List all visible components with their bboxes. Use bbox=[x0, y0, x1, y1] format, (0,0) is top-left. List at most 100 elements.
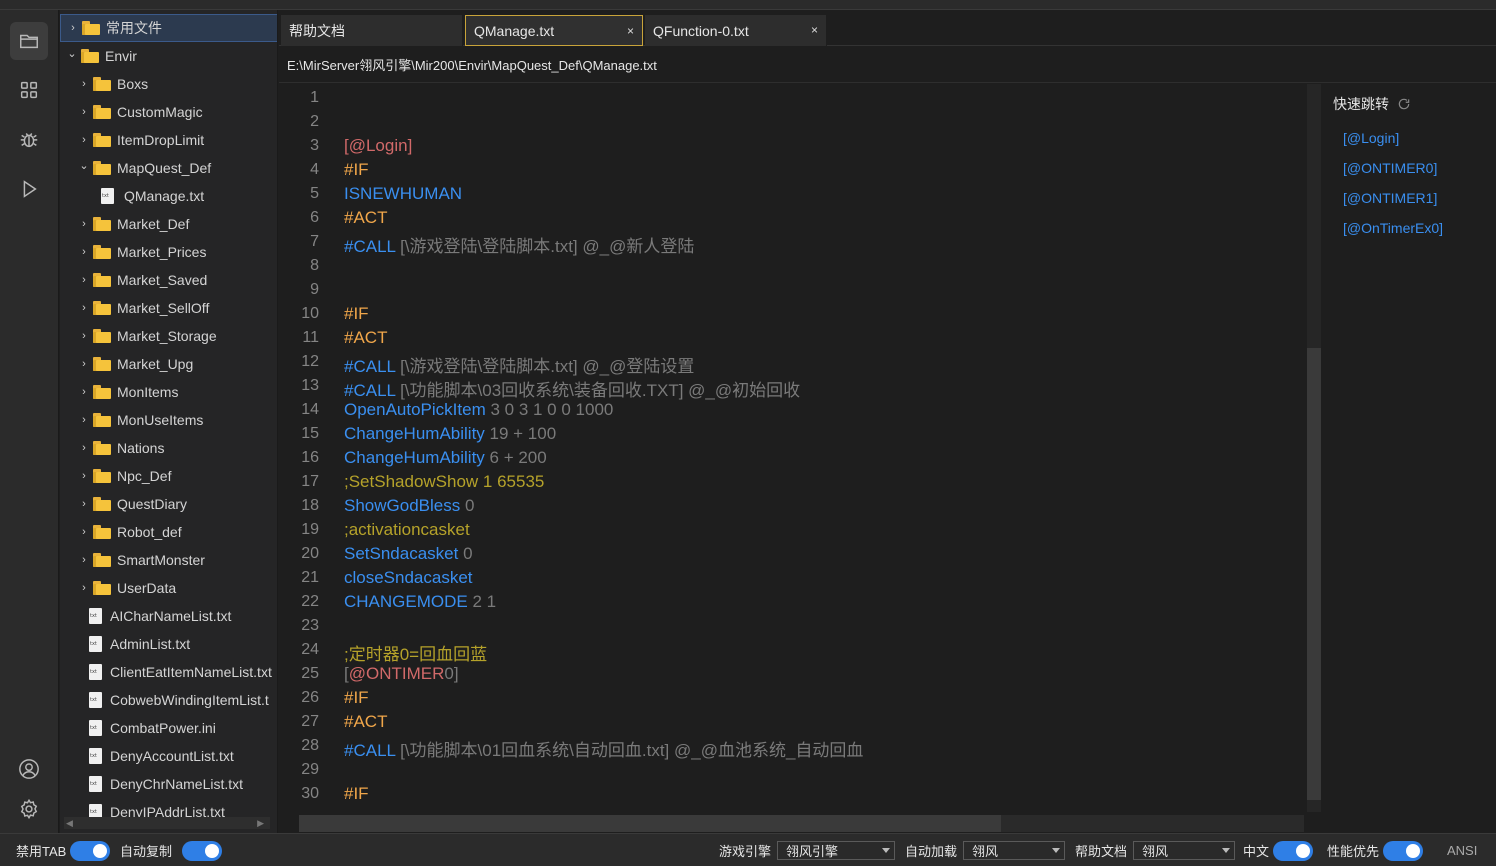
folder-icon bbox=[93, 385, 111, 399]
tree-folder[interactable]: › Boxs bbox=[60, 70, 277, 98]
tree-folder[interactable]: › Market_Saved bbox=[60, 266, 277, 294]
help-doc-select[interactable]: 翎风 bbox=[1133, 841, 1236, 860]
code-line: #ACT bbox=[344, 328, 387, 348]
scrollbar-thumb[interactable] bbox=[299, 815, 1001, 832]
close-icon[interactable]: × bbox=[627, 24, 634, 38]
tree-folder[interactable]: › QuestDiary bbox=[60, 490, 277, 518]
editor-horizontal-scrollbar[interactable] bbox=[279, 814, 1307, 833]
scroll-left-icon[interactable]: ◀ bbox=[66, 818, 73, 829]
tree-item-label: Market_Saved bbox=[117, 272, 208, 288]
chevron-right-icon[interactable]: › bbox=[78, 330, 90, 342]
run-button[interactable] bbox=[10, 170, 48, 208]
chevron-right-icon[interactable]: › bbox=[78, 218, 90, 230]
folder-icon bbox=[93, 581, 111, 595]
gear-icon bbox=[20, 798, 38, 820]
chevron-right-icon[interactable]: › bbox=[78, 442, 90, 454]
tree-folder[interactable]: ⌄ Envir bbox=[60, 42, 277, 70]
tree-folder[interactable]: › Market_Upg bbox=[60, 350, 277, 378]
folder-icon bbox=[93, 161, 111, 175]
code-token: ChangeHumAbility bbox=[344, 448, 485, 467]
tree-horizontal-scrollbar[interactable]: ◀ ▶ bbox=[64, 817, 270, 829]
quick-jump-item[interactable]: [@ONTIMER0] bbox=[1343, 160, 1437, 176]
account-button[interactable] bbox=[10, 750, 48, 788]
game-engine-value: 翎风引擎 bbox=[786, 844, 839, 859]
text-file-icon bbox=[101, 188, 114, 204]
tree-file[interactable]: ClientEatItemNameList.txt bbox=[60, 658, 277, 686]
chevron-down-icon[interactable]: ⌄ bbox=[78, 159, 90, 172]
code-token: [\游戏登陆\登陆脚本.txt] @_@新人登陆 bbox=[395, 237, 695, 256]
tree-folder[interactable]: › UserData bbox=[60, 574, 277, 602]
tree-folder[interactable]: › ItemDropLimit bbox=[60, 126, 277, 154]
scroll-right-icon[interactable]: ▶ bbox=[257, 818, 264, 829]
debug-button[interactable] bbox=[10, 120, 48, 158]
disable-tab-toggle[interactable] bbox=[70, 840, 111, 861]
tab-qfunction[interactable]: QFunction-0.txt × bbox=[645, 15, 827, 46]
tree-file[interactable]: CobwebWindingItemList.t bbox=[60, 686, 277, 714]
chevron-right-icon[interactable]: › bbox=[78, 78, 90, 90]
chevron-right-icon[interactable]: › bbox=[78, 414, 90, 426]
chevron-right-icon[interactable]: › bbox=[78, 470, 90, 482]
scrollbar-thumb[interactable] bbox=[1307, 348, 1321, 800]
tab-help-doc[interactable]: 帮助文档 bbox=[281, 15, 463, 46]
quick-jump-item[interactable]: [@Login] bbox=[1343, 130, 1399, 146]
tree-folder[interactable]: ⌄ MapQuest_Def bbox=[60, 154, 277, 182]
extensions-button[interactable] bbox=[10, 71, 48, 109]
tab-qmanage[interactable]: QManage.txt × bbox=[465, 15, 643, 46]
tree-file[interactable]: AdminList.txt bbox=[60, 630, 277, 658]
chevron-right-icon[interactable]: › bbox=[78, 582, 90, 594]
tree-folder[interactable]: › Robot_def bbox=[60, 518, 277, 546]
performance-toggle[interactable] bbox=[1383, 840, 1424, 861]
code-token: ChangeHumAbility bbox=[344, 424, 485, 443]
tree-file[interactable]: DenyAccountList.txt bbox=[60, 742, 277, 770]
refresh-icon[interactable] bbox=[1397, 97, 1411, 111]
tree-folder[interactable]: › Market_SellOff bbox=[60, 294, 277, 322]
tree-folder[interactable]: › 常用文件 bbox=[60, 14, 277, 42]
encoding-indicator[interactable]: ANSI bbox=[1447, 834, 1477, 866]
tree-folder[interactable]: › SmartMonster bbox=[60, 546, 277, 574]
tree-folder[interactable]: › CustomMagic bbox=[60, 98, 277, 126]
explorer-button[interactable] bbox=[10, 22, 48, 60]
line-number: 27 bbox=[301, 713, 319, 730]
tree-folder[interactable]: › Npc_Def bbox=[60, 462, 277, 490]
chevron-right-icon[interactable]: › bbox=[78, 302, 90, 314]
tree-file[interactable]: QManage.txt bbox=[60, 182, 277, 210]
tree-file[interactable]: AICharNameList.txt bbox=[60, 602, 277, 630]
tree-folder[interactable]: › Nations bbox=[60, 434, 277, 462]
code-line: closeSndacasket bbox=[344, 568, 473, 588]
quick-jump-item[interactable]: [@ONTIMER1] bbox=[1343, 190, 1437, 206]
game-engine-select[interactable]: 翎风引擎 bbox=[777, 841, 896, 860]
tree-item-label: Robot_def bbox=[117, 524, 182, 540]
close-icon[interactable]: × bbox=[811, 23, 818, 37]
chevron-right-icon[interactable]: › bbox=[78, 498, 90, 510]
tree-item-label: CombatPower.ini bbox=[110, 720, 216, 736]
editor-vertical-scrollbar[interactable] bbox=[1307, 84, 1321, 814]
tree-item-label: AdminList.txt bbox=[110, 636, 191, 652]
tree-folder[interactable]: › Market_Storage bbox=[60, 322, 277, 350]
quick-jump-item[interactable]: [@OnTimerEx0] bbox=[1343, 220, 1443, 236]
line-number: 13 bbox=[301, 377, 319, 394]
chevron-right-icon[interactable]: › bbox=[78, 106, 90, 118]
chevron-right-icon[interactable]: › bbox=[78, 358, 90, 370]
auto-copy-toggle[interactable] bbox=[182, 840, 223, 861]
chevron-right-icon[interactable]: › bbox=[78, 246, 90, 258]
chinese-toggle[interactable] bbox=[1273, 840, 1314, 861]
chevron-right-icon[interactable]: › bbox=[78, 274, 90, 286]
auto-load-select[interactable]: 翎风 bbox=[963, 841, 1066, 860]
settings-button[interactable] bbox=[10, 790, 48, 828]
code-editor[interactable]: 1 2 3 [@Login] 4 #IF 5 ISNEWHUMAN 6 #ACT 7 #CALL [\… bbox=[279, 84, 1307, 814]
tree-folder[interactable]: › MonItems bbox=[60, 378, 277, 406]
chinese-setting: 中文 bbox=[1243, 834, 1314, 866]
tree-folder[interactable]: › MonUseItems bbox=[60, 406, 277, 434]
chevron-right-icon[interactable]: › bbox=[78, 134, 90, 146]
quick-jump-title: 快速跳转 bbox=[1333, 94, 1411, 114]
tree-folder[interactable]: › Market_Def bbox=[60, 210, 277, 238]
chevron-down-icon[interactable]: ⌄ bbox=[66, 47, 78, 60]
tree-file[interactable]: DenyChrNameList.txt bbox=[60, 770, 277, 798]
chevron-right-icon[interactable]: › bbox=[78, 526, 90, 538]
chevron-right-icon[interactable]: › bbox=[78, 386, 90, 398]
chevron-right-icon[interactable]: › bbox=[67, 22, 79, 34]
tree-file[interactable]: CombatPower.ini bbox=[60, 714, 277, 742]
folder-icon bbox=[93, 413, 111, 427]
chevron-right-icon[interactable]: › bbox=[78, 554, 90, 566]
tree-folder[interactable]: › Market_Prices bbox=[60, 238, 277, 266]
